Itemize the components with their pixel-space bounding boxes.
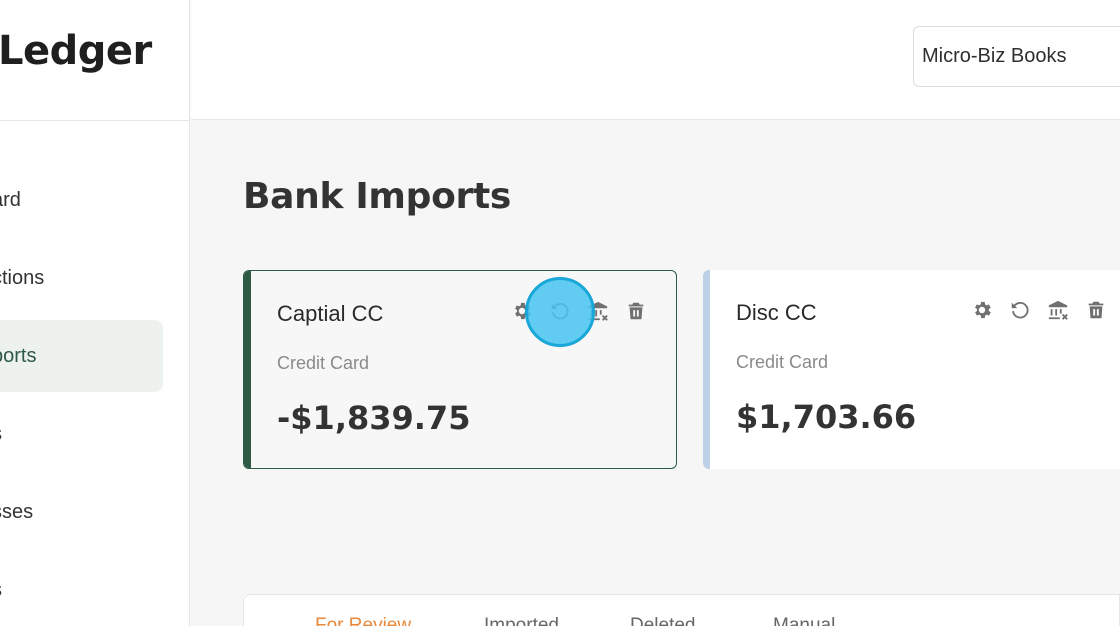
company-select[interactable]: Micro-Biz Books [913, 26, 1120, 87]
page-title: Bank Imports [243, 176, 512, 217]
sidebar-item-dashboard[interactable]: ard [0, 164, 163, 236]
sidebar-item-bank-imports[interactable]: ports [0, 320, 163, 392]
sidebar-item-label: ports [0, 344, 37, 367]
sidebar-item-label: s [0, 423, 2, 446]
company-select-value: Micro-Biz Books [922, 45, 1067, 67]
sidebar-item-6[interactable]: s [0, 554, 163, 626]
gear-icon[interactable] [970, 298, 994, 322]
sidebar-divider [0, 120, 189, 121]
card-accent-bar [703, 270, 710, 469]
refresh-icon[interactable] [548, 299, 572, 323]
trash-icon[interactable] [624, 299, 648, 323]
card-actions [970, 298, 1108, 322]
account-name: Disc CC [736, 300, 817, 325]
gear-icon[interactable] [510, 299, 534, 323]
trash-icon[interactable] [1084, 298, 1108, 322]
bank-unlink-icon[interactable] [586, 299, 610, 323]
card-actions [510, 299, 648, 323]
sidebar-item-4[interactable]: s [0, 398, 163, 470]
card-accent-bar [244, 271, 251, 468]
account-card-captial-cc[interactable]: Captial CC Credit Card -$1,839.75 [243, 270, 677, 469]
sidebar-item-label: ctions [0, 266, 45, 289]
bank-unlink-icon[interactable] [1046, 298, 1070, 322]
account-type: Credit Card [277, 353, 370, 373]
app-logo[interactable]: Ledger [0, 28, 152, 74]
account-card-disc-cc[interactable]: Disc CC Credit Card $1,703.66 [703, 270, 1120, 469]
sidebar-item-label: s [0, 579, 2, 602]
sidebar-item-label: ard [0, 188, 21, 211]
tab-deleted[interactable]: Deleted [630, 615, 696, 626]
sidebar-item-expenses[interactable]: sses [0, 476, 163, 548]
refresh-icon[interactable] [1008, 298, 1032, 322]
account-balance: $1,703.66 [736, 398, 917, 436]
sidebar: Ledger ard ctions ports s sses s [0, 0, 190, 626]
sidebar-item-label: sses [0, 500, 34, 523]
sidebar-item-transactions[interactable]: ctions [0, 242, 163, 314]
tab-imported[interactable]: Imported [484, 615, 559, 626]
account-name: Captial CC [277, 301, 384, 326]
top-bar: Micro-Biz Books [191, 0, 1120, 120]
tab-manual[interactable]: Manual [773, 615, 835, 626]
account-balance: -$1,839.75 [277, 399, 471, 437]
account-type: Credit Card [736, 352, 829, 372]
tab-for-review[interactable]: For Review [315, 615, 411, 626]
transactions-tabs-panel: For Review Imported Deleted Manual [243, 594, 1120, 626]
